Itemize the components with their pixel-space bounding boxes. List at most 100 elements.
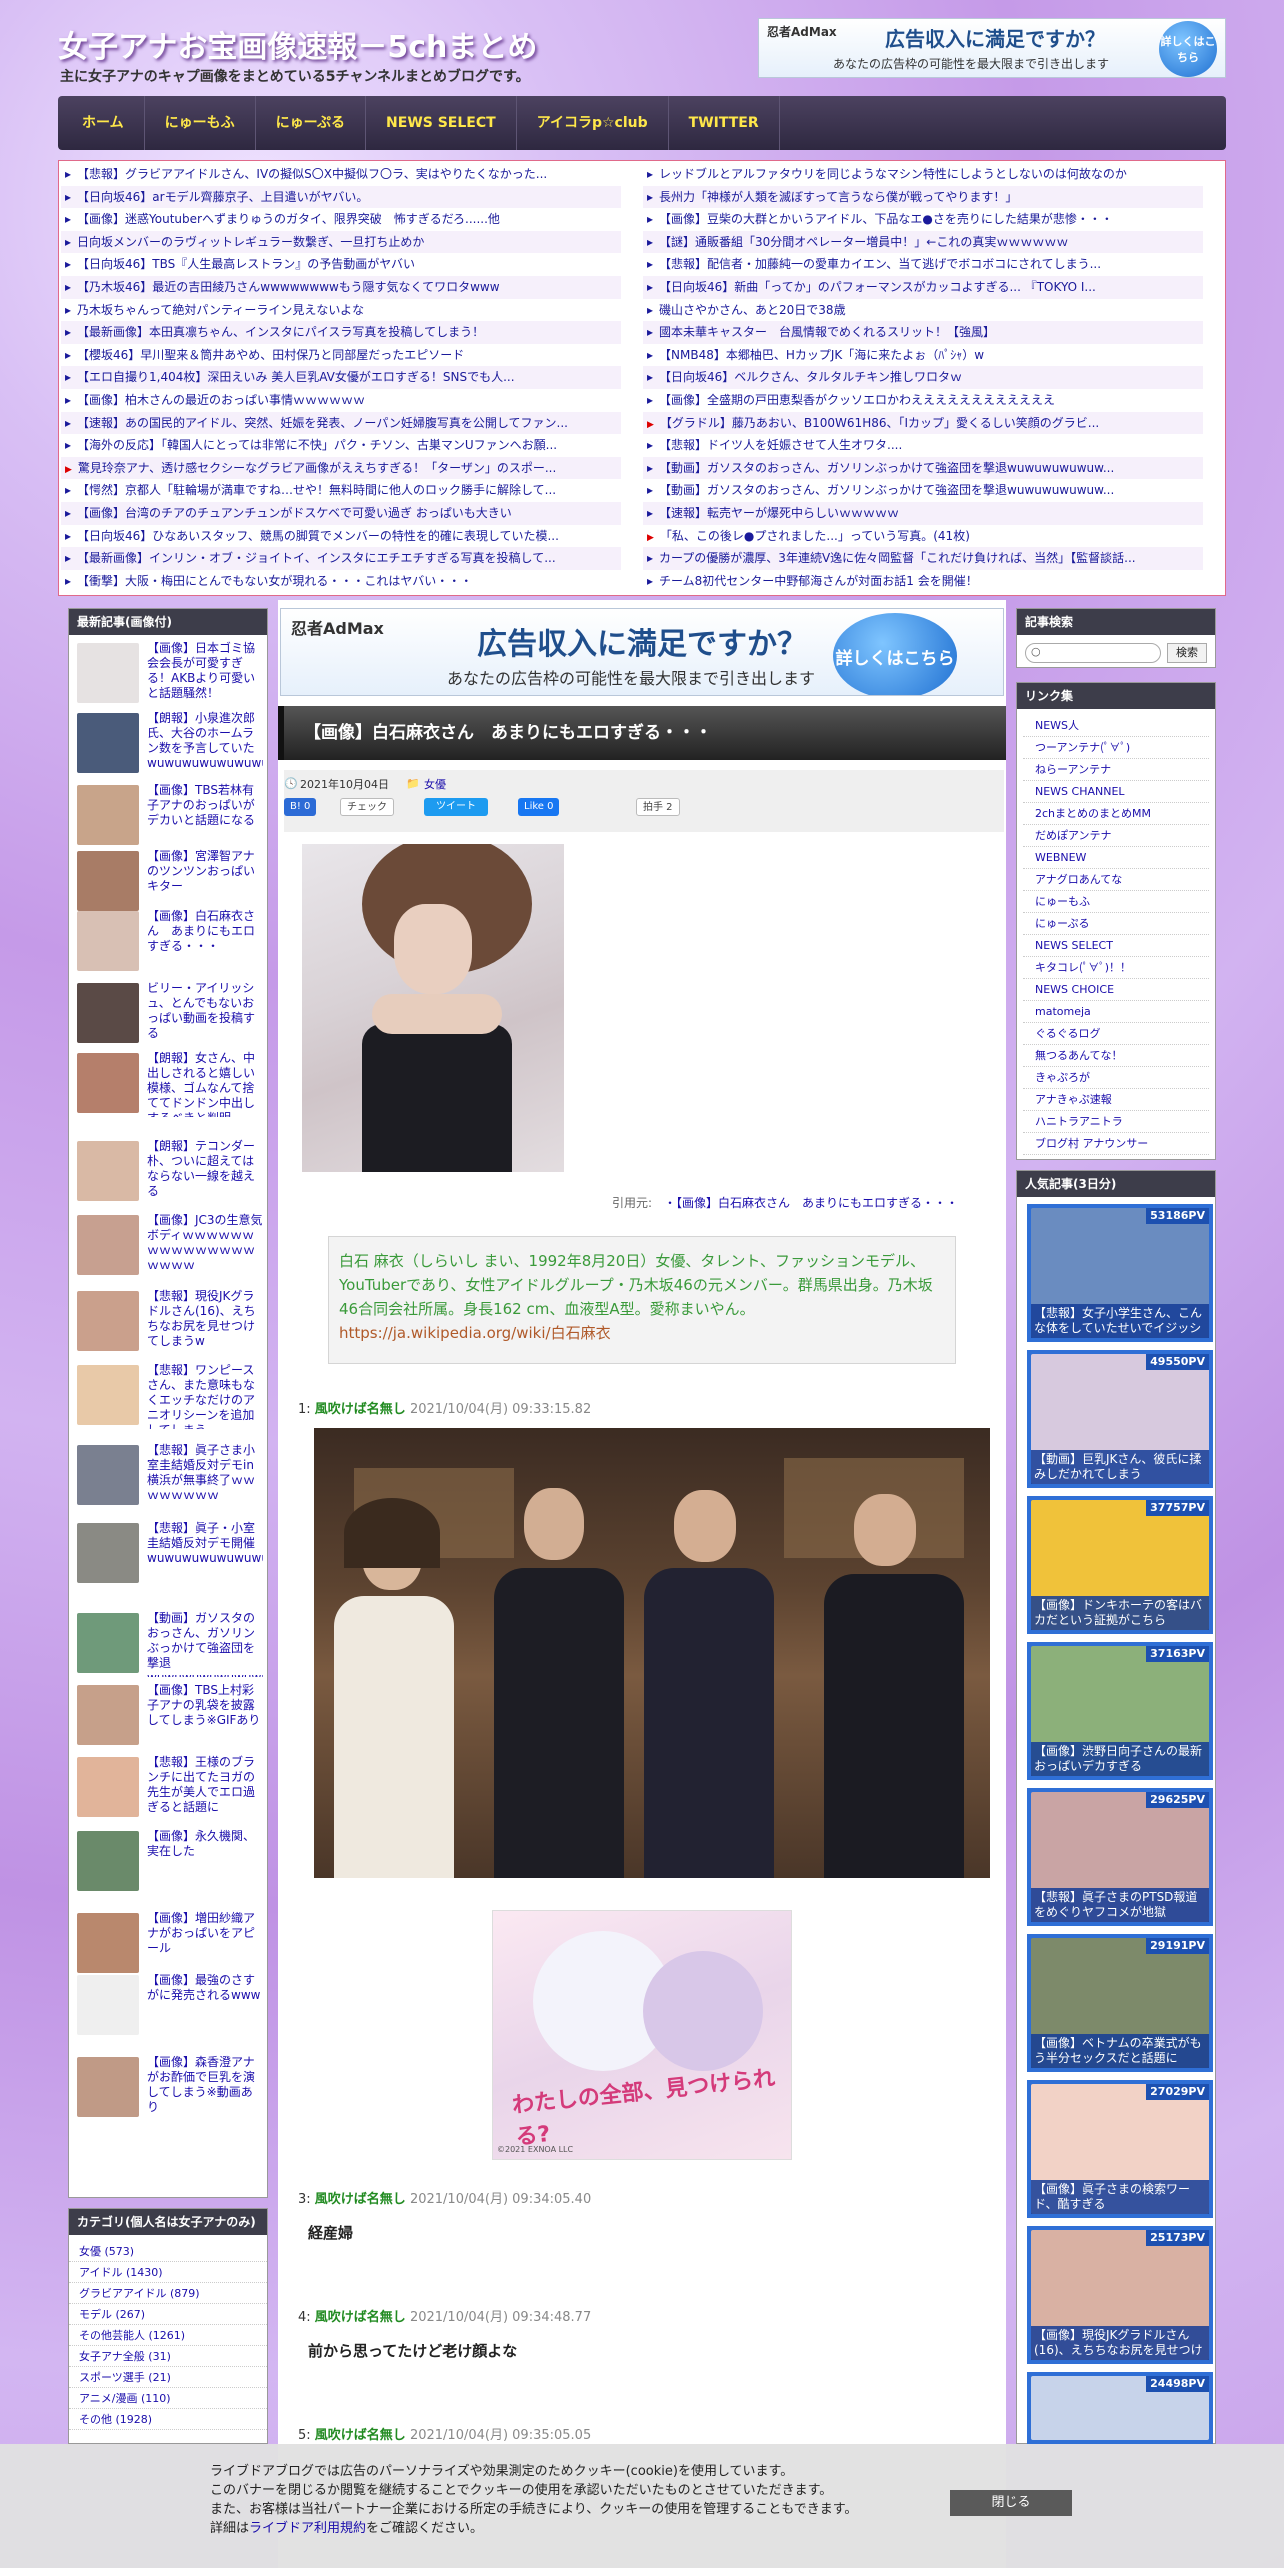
tweet-button[interactable]: ツイート — [424, 798, 488, 816]
article-thumbnail[interactable] — [77, 1685, 139, 1745]
headline-item[interactable]: 【悲報】配信者・加藤純一の愛車カイエン、当て逃げでボコボコにされてしまう... — [643, 253, 1203, 276]
latest-article-title[interactable]: 【画像】森香澄アナがお酢価で巨乳を演してしまう※動画あり — [147, 2055, 263, 2115]
popular-article-title[interactable]: 【画像】眞子さまの検索ワード、酷すぎる — [1031, 2180, 1209, 2214]
latest-article-title[interactable]: 【画像】JC3の生意気ボディｗｗｗｗｗｗｗｗｗｗｗｗｗｗｗｗｗｗｗ — [147, 1213, 263, 1273]
blogroll-link[interactable]: きゃぷろが — [1023, 1067, 1209, 1089]
headline-item[interactable]: 日向坂メンバーのラヴィットレギュラー数繋ぎ、一旦打ち止めか — [61, 230, 621, 254]
blogroll-link[interactable]: matomeja — [1023, 1001, 1209, 1023]
headline-item[interactable]: チーム8初代センター中野郁海さんが対面お話1 会を開催！ — [643, 569, 1203, 593]
latest-article-item[interactable]: 【悲報】ワンピースさん、また意味もなくエッチなだけのアニオリシーンを追加してしま… — [77, 1361, 263, 1429]
headline-item[interactable]: 【衝撃】大阪・梅田にとんでもない女が現れる・・・これはヤバい・・・ — [61, 569, 621, 593]
nav-news-select[interactable]: NEWS SELECT — [366, 96, 517, 150]
headline-item[interactable]: 【グラドル】藤乃あおい、B100W61H86、「Iカップ」愛くるしい笑顔のグラビ… — [643, 411, 1203, 435]
popular-article-item[interactable]: 49550PV 【動画】巨乳JKさん、彼氏に揉みしだかれてしまう — [1027, 1350, 1213, 1488]
comment-author[interactable]: 風吹けば名無し — [315, 2310, 406, 2325]
headline-item[interactable]: 【日向坂46】ベルクさん、タルタルチキン推しワロタｗ — [643, 366, 1203, 389]
article-thumbnail[interactable] — [77, 1613, 139, 1673]
popular-article-title[interactable]: 【画像】渋野日向子さんの最新おっぱいデカすぎる — [1031, 1742, 1209, 1776]
blogroll-link[interactable]: にゅーぷる — [1023, 913, 1209, 935]
article-thumbnail[interactable] — [77, 1215, 139, 1275]
popular-article-item[interactable]: 37757PV 【画像】ドンキホーテの客はバカだという証拠がこちら — [1027, 1496, 1213, 1634]
latest-article-title[interactable]: 【朗報】女さん、中出しされると嬉しい模様、ゴムなんて捨ててドンドン中出しするべき… — [147, 1051, 263, 1117]
article-category[interactable]: 女優 — [424, 776, 446, 792]
latest-article-item[interactable]: 【悲報】眞子さま小室圭結婚反対デモin横浜が無事終了ｗｗｗｗｗｗｗｗ — [77, 1441, 263, 1509]
latest-article-title[interactable]: 【悲報】現役JKグラドルさん(16)、えちちなお尻を見せつけてしまうw — [147, 1289, 263, 1349]
article-thumbnail[interactable] — [77, 1365, 139, 1425]
popular-article-item[interactable]: 53186PV 【悲報】女子小学生さん、こんな体をしていたせいでイジッシ — [1027, 1204, 1213, 1342]
blogroll-link[interactable]: NEWS SELECT — [1023, 935, 1209, 957]
article-thumbnail[interactable] — [77, 1913, 139, 1973]
blogroll-link[interactable]: つーアンテナ(ﾟ∀ﾟ) — [1023, 737, 1209, 759]
headline-item[interactable]: 【画像】台湾のチアのチュアンチュンがドスケベで可愛い過ぎ おっぱいも大きい — [61, 501, 621, 525]
headline-item[interactable]: 【日向坂46】新曲「ってか」のパフォーマンスがカッコよすぎる... 『TOKYO… — [643, 275, 1203, 299]
facebook-like-button[interactable]: Like 0 — [518, 798, 560, 816]
headline-item[interactable]: 【悲報】グラビアアイドルさん、IVの擬似S〇X中擬似フ〇ラ、実はやりたくなかった… — [61, 163, 621, 186]
source-link[interactable]: ・【画像】白石麻衣さん あまりにもエロすぎる・・・ — [664, 1194, 958, 1211]
popular-article-item[interactable]: 29625PV 【悲報】眞子さまのPTSD報道をめぐりヤフコメが地獄 — [1027, 1788, 1213, 1926]
popular-article-item[interactable]: 29191PV 【画像】ベトナムの卒業式がもう半分セックスだと話題に — [1027, 1934, 1213, 2072]
popular-article-item[interactable]: 37163PV 【画像】渋野日向子さんの最新おっぱいデカすぎる — [1027, 1642, 1213, 1780]
headline-item[interactable]: 【日向坂46】TBS『人生最高レストラン』の予告動画がヤバい — [61, 253, 621, 276]
wikipedia-link[interactable]: https://ja.wikipedia.org/wiki/白石麻衣 — [339, 1321, 945, 1345]
comment-author[interactable]: 風吹けば名無し — [315, 1402, 406, 1417]
blogroll-link[interactable]: 無つるあんてな！ — [1023, 1045, 1209, 1067]
latest-article-title[interactable]: 【画像】宮澤智アナのツンツンおっぱいキター — [147, 849, 263, 894]
main-ad-banner[interactable]: 忍者AdMax 広告収入に満足ですか？ あなたの広告枠の可能性を最大限まで引き出… — [280, 608, 1004, 696]
category-link[interactable]: グラビアアイドル (879) — [69, 2283, 267, 2304]
headline-item[interactable]: 「私、この後レ●プされました...」っていう写真。(41枚) — [643, 524, 1203, 548]
category-link[interactable]: 女子アナ全般 (31) — [69, 2346, 267, 2367]
latest-article-title[interactable]: 【動画】ガソスタのおっさん、ガソリンぶっかけて強盗団を撃退wuwuwuwuwuw… — [147, 1611, 263, 1677]
latest-article-item[interactable]: 【画像】宮澤智アナのツンツンおっぱいキター — [77, 847, 263, 915]
popular-article-item[interactable]: 24498PV — [1027, 2372, 1213, 2444]
latest-article-item[interactable]: 【画像】増田紗織アナがおっぱいをアピール — [77, 1909, 263, 1977]
ad-cta-button[interactable]: 詳しくはこちら — [1159, 21, 1217, 77]
header-ad-banner[interactable]: 忍者AdMax 広告収入に満足ですか？ あなたの広告枠の可能性を最大限まで引き出… — [758, 18, 1226, 78]
headline-item[interactable]: レッドブルとアルファタウリを同じようなマシン特性にしようとしないのは何故なのか — [643, 163, 1203, 186]
clap-button[interactable]: 拍手 2 — [636, 798, 680, 816]
article-thumbnail[interactable] — [77, 2057, 139, 2117]
popular-article-title[interactable]: 【画像】現役JKグラドルさん(16)、えちちなお尻を見せつけ — [1031, 2326, 1209, 2360]
article-thumbnail[interactable] — [77, 713, 139, 773]
blogroll-link[interactable]: 2chまとめのまとめMM — [1023, 803, 1209, 825]
latest-article-title[interactable]: 【悲報】ワンピースさん、また意味もなくエッチなだけのアニオリシーンを追加してしま… — [147, 1363, 263, 1429]
inline-game-ad[interactable]: わたしの全部、見つけられる? ©2021 EXNOA LLC — [492, 1910, 792, 2160]
article-thumbnail[interactable] — [77, 1291, 139, 1351]
category-link[interactable]: アイドル (1430) — [69, 2262, 267, 2283]
headline-item[interactable]: 【速報】あの国民的アイドル、突然、妊娠を発表、ノーパン妊婦腹写真を公開してファン… — [61, 411, 621, 435]
nav-twitter[interactable]: TWITTER — [669, 96, 780, 150]
latest-article-title[interactable]: 【朗報】テコンダー朴、ついに超えてはならない一線を越える — [147, 1139, 263, 1199]
latest-article-title[interactable]: 【画像】増田紗織アナがおっぱいをアピール — [147, 1911, 263, 1956]
search-input[interactable]: ○ — [1025, 643, 1161, 663]
latest-article-item[interactable]: 【朗報】テコンダー朴、ついに超えてはならない一線を越える — [77, 1137, 263, 1205]
headline-item[interactable]: 【NMB48】本郷柚巴、HカップJK「海に来たよぉ（ﾊﾟｼｬ）w — [643, 343, 1203, 367]
latest-article-item[interactable]: 【悲報】現役JKグラドルさん(16)、えちちなお尻を見せつけてしまうw — [77, 1287, 263, 1355]
blogroll-link[interactable]: アナグロあんてな — [1023, 869, 1209, 891]
blogroll-link[interactable]: NEWS CHANNEL — [1023, 781, 1209, 803]
latest-article-title[interactable]: ビリー・アイリッシュ、とんでもないおっぱい動画を投稿する — [147, 981, 263, 1041]
hatena-bookmark-button[interactable]: B! 0 — [284, 798, 317, 816]
headline-item[interactable]: 【悲報】ドイツ人を妊娠させて人生オワタ.... — [643, 434, 1203, 457]
site-title[interactable]: 女子アナお宝画像速報－5chまとめ — [58, 22, 537, 66]
popular-article-item[interactable]: 25173PV 【画像】現役JKグラドルさん(16)、えちちなお尻を見せつけ — [1027, 2226, 1213, 2364]
latest-article-title[interactable]: 【悲報】王様のブランチに出てたヨガの先生が美人でエロ過ぎると話題に — [147, 1755, 263, 1815]
nav-nyumofu[interactable]: にゅーもふ — [145, 96, 256, 150]
blogroll-link[interactable]: ブログ村 アナウンサー — [1023, 1133, 1209, 1155]
article-thumbnail[interactable] — [77, 1053, 139, 1113]
nav-home[interactable]: ホーム — [62, 96, 145, 150]
blogroll-link[interactable]: だめぽアンテナ — [1023, 825, 1209, 847]
headline-item[interactable]: 【画像】迷惑Youtuberへずまりゅうのガタイ、限界突破 怖すぎるだろ....… — [61, 208, 621, 231]
latest-article-item[interactable]: 【画像】永久機関、実在した — [77, 1827, 263, 1895]
latest-article-title[interactable]: 【悲報】眞子さま小室圭結婚反対デモin横浜が無事終了ｗｗｗｗｗｗｗｗ — [147, 1443, 263, 1503]
headline-item[interactable]: 【画像】柏木さんの最近のおっぱい事情ｗｗｗｗｗｗ — [61, 388, 621, 412]
category-link[interactable]: 女優 (573) — [69, 2241, 267, 2262]
category-link[interactable]: その他 (1928) — [69, 2409, 267, 2430]
latest-article-title[interactable]: 【悲報】眞子・小室圭結婚反対デモ開催wuwuwuwuwuwuwuwuwuwu — [147, 1521, 263, 1566]
blogroll-link[interactable]: ハニトラアニトラ — [1023, 1111, 1209, 1133]
headline-item[interactable]: 國本未華キャスター 台風情報でめくれるスリット！【強風】 — [643, 321, 1203, 344]
headline-item[interactable]: 乃木坂ちゃんって絶対パンティーライン見えないよな — [61, 298, 621, 322]
latest-article-item[interactable]: 【悲報】眞子・小室圭結婚反対デモ開催wuwuwuwuwuwuwuwuwuwu — [77, 1519, 263, 1587]
nav-nyupuru[interactable]: にゅーぷる — [256, 96, 367, 150]
popular-article-title[interactable]: 【動画】巨乳JKさん、彼氏に揉みしだかれてしまう — [1031, 1450, 1209, 1484]
blogroll-link[interactable]: WEBNEW — [1023, 847, 1209, 869]
article-thumbnail[interactable] — [77, 983, 139, 1043]
